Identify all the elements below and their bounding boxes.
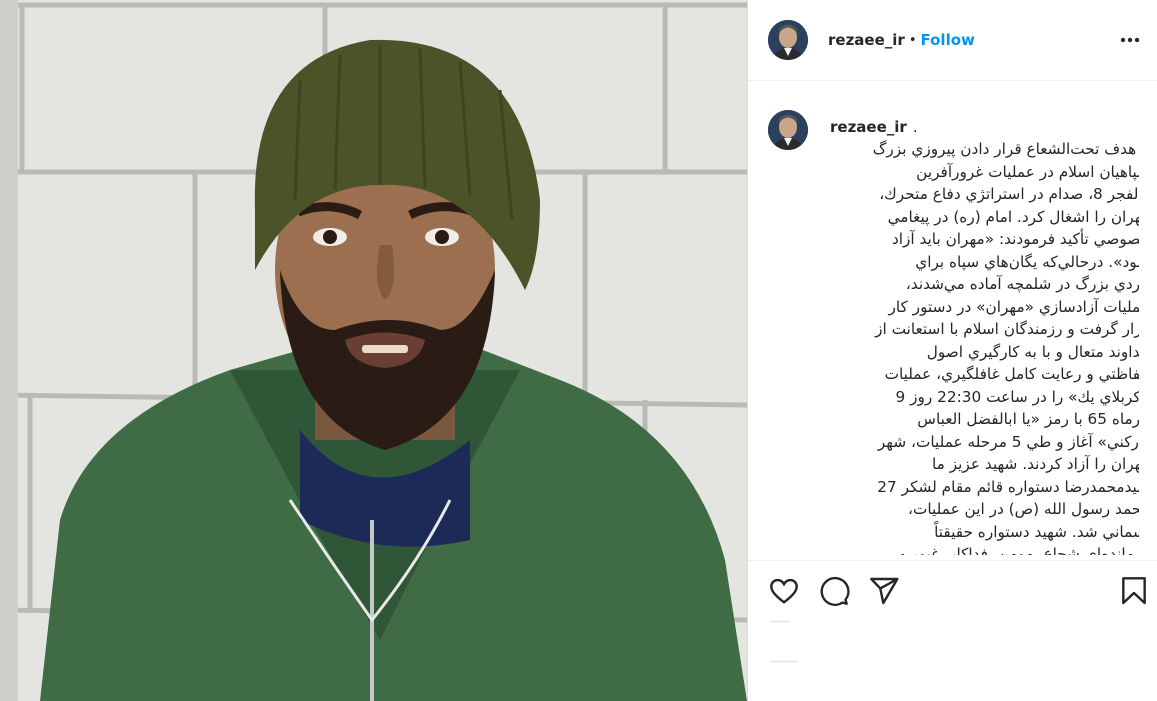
bookmark-icon[interactable] (1118, 575, 1150, 607)
caption-suffix: . (912, 118, 918, 136)
caption-text: با هدف تحت‌الشعاع قرار دادن پيروزي بزرگ … (872, 140, 1139, 555)
caption-section: rezaee_ir . با هدف تحت‌الشعاع قرار دادن … (768, 110, 1139, 555)
post-username[interactable]: rezaee_ir (828, 31, 905, 49)
caption-username[interactable]: rezaee_ir (830, 118, 907, 136)
avatar-image (768, 110, 808, 150)
timestamp-placeholder (770, 660, 798, 663)
post-photo[interactable] (0, 0, 747, 701)
avatar[interactable] (768, 20, 808, 60)
post-header: rezaee_ir • Follow (748, 0, 1157, 81)
caption-avatar[interactable] (768, 110, 808, 150)
separator-dot: • (908, 32, 917, 48)
paper-plane-icon[interactable] (868, 575, 900, 607)
likes-placeholder (770, 620, 790, 623)
post-sidebar: rezaee_ir • Follow rezaee_ir . (747, 0, 1157, 701)
heart-icon[interactable] (768, 575, 800, 607)
action-bar (748, 560, 1157, 621)
portrait-image (0, 0, 747, 701)
avatar-image (768, 20, 808, 60)
more-options-icon[interactable] (1119, 30, 1141, 50)
follow-button[interactable]: Follow (920, 31, 974, 49)
comment-icon[interactable] (818, 575, 850, 607)
